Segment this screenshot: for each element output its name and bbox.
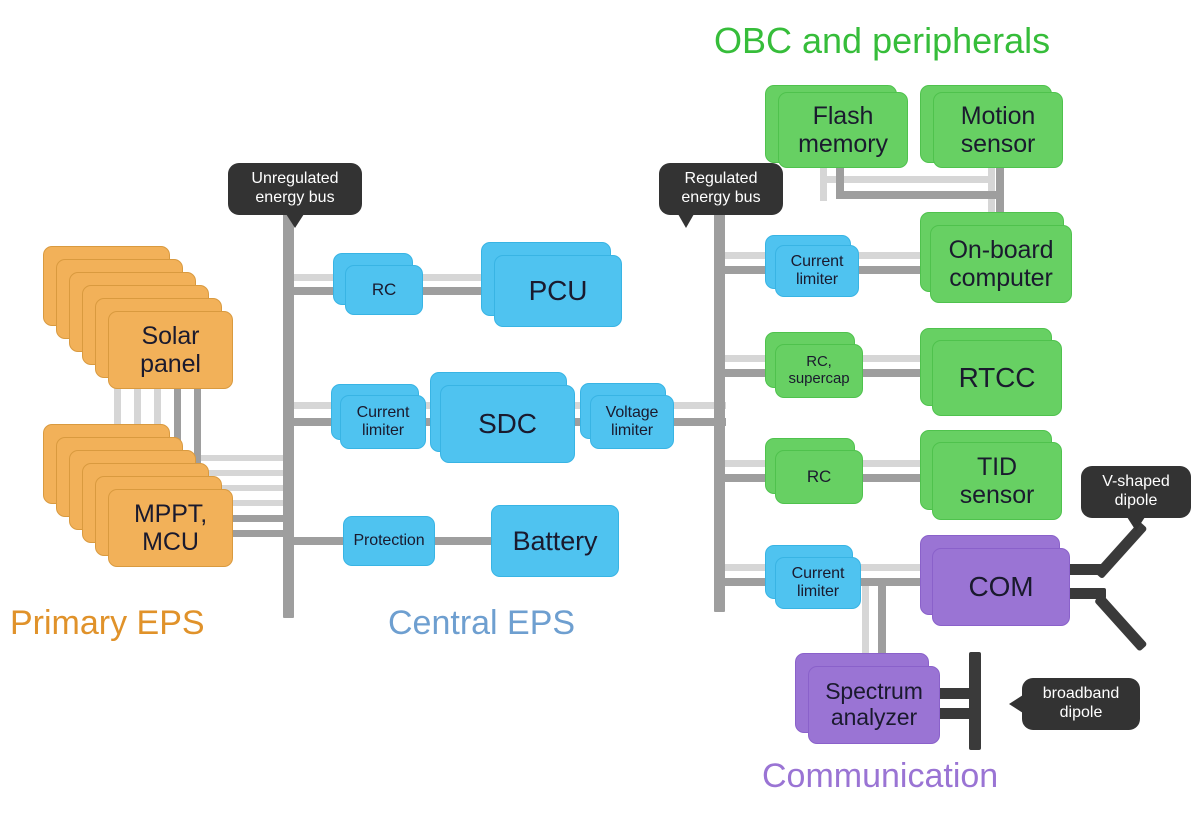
- node-tid-sensor[interactable]: TID sensor: [932, 442, 1062, 520]
- solar-panel-label-line1: Solar: [141, 322, 200, 350]
- v-dipole-label-line2: dipole: [1114, 491, 1158, 509]
- rc-tid-label: RC: [806, 467, 832, 487]
- node-current-limiter-central[interactable]: Current limiter: [340, 395, 426, 449]
- voltage-limiter-label-line1: Voltage: [605, 404, 659, 422]
- wire-flash-across-light: [820, 176, 995, 183]
- on-board-computer-label-line2: computer: [949, 264, 1053, 292]
- mppt-mcu-label-line2: MCU: [142, 528, 199, 556]
- tid-sensor-label-line1: TID: [977, 453, 1017, 481]
- node-rtcc[interactable]: RTCC: [932, 340, 1062, 416]
- node-on-board-computer[interactable]: On-board computer: [930, 225, 1072, 303]
- broadband-dipole-feed-top-icon: [936, 688, 972, 699]
- wire-bus-to-protection: [285, 537, 347, 545]
- voltage-limiter-label-line2: limiter: [611, 422, 653, 439]
- regulated-energy-bus-line: [714, 213, 725, 612]
- node-protection[interactable]: Protection: [343, 516, 435, 566]
- broadband-dipole-feed-bottom-icon: [936, 708, 972, 719]
- current-limiter-com-label-line2: limiter: [797, 583, 839, 600]
- callout-tail-icon: [286, 213, 304, 228]
- v-dipole-lower-arm-icon: [1093, 593, 1148, 652]
- rc-label: RC: [371, 280, 397, 300]
- protection-label: Protection: [353, 532, 425, 550]
- unregulated-energy-bus-line: [283, 212, 294, 618]
- flash-memory-label-line2: memory: [798, 130, 888, 158]
- regulated-energy-bus-callout: Regulated energy bus: [659, 163, 783, 228]
- wire-protection-to-battery: [432, 537, 492, 545]
- node-mppt-mcu[interactable]: MPPT, MCU: [108, 489, 233, 567]
- current-limiter-obc-label-line2: limiter: [796, 271, 838, 288]
- section-title-obc-peripherals: OBC and peripherals: [714, 20, 1051, 61]
- on-board-computer-label-line1: On-board: [948, 236, 1054, 264]
- sdc-label: SDC: [478, 408, 537, 440]
- node-flash-memory[interactable]: Flash memory: [778, 92, 908, 168]
- flash-memory-label-line1: Flash: [812, 102, 874, 130]
- node-rc-supercap[interactable]: RC, supercap: [775, 344, 863, 398]
- node-motion-sensor[interactable]: Motion sensor: [933, 92, 1063, 168]
- battery-label: Battery: [512, 525, 598, 556]
- mppt-mcu-label-line1: MPPT,: [133, 500, 208, 528]
- node-voltage-limiter[interactable]: Voltage limiter: [590, 395, 674, 449]
- spectrum-analyzer-label-line1: Spectrum: [825, 678, 923, 705]
- wire-mppt-to-bus-6: [228, 530, 290, 537]
- regulated-bus-label-line1: Regulated: [684, 170, 758, 187]
- broadband-dipole-callout: broadband dipole: [1009, 678, 1140, 730]
- current-limiter-com-label-line1: Current: [791, 565, 845, 583]
- section-title-communication: Communication: [762, 757, 999, 795]
- v-shaped-dipole-callout: V-shaped dipole: [1081, 466, 1191, 531]
- current-limiter-central-label-line2: limiter: [362, 422, 404, 439]
- regulated-bus-label-line2: energy bus: [681, 188, 761, 206]
- broadband-dipole-label-line2: dipole: [1059, 703, 1103, 721]
- motion-sensor-label-line1: Motion: [960, 102, 1036, 130]
- node-current-limiter-obc[interactable]: Current limiter: [775, 245, 859, 297]
- pcu-label: PCU: [528, 275, 588, 307]
- rtcc-label: RTCC: [958, 362, 1036, 394]
- solar-panel-label-line2: panel: [140, 350, 201, 378]
- node-com[interactable]: COM: [932, 548, 1070, 626]
- node-battery[interactable]: Battery: [491, 505, 619, 577]
- callout-tail-icon: [1127, 516, 1145, 531]
- spectrum-analyzer-label-line2: analyzer: [830, 704, 918, 730]
- v-dipole-label-line1: V-shaped: [1102, 473, 1170, 490]
- node-rc-tid[interactable]: RC: [775, 450, 863, 504]
- node-spectrum-analyzer[interactable]: Spectrum analyzer: [808, 666, 940, 744]
- unregulated-energy-bus-callout: Unregulated energy bus: [228, 163, 362, 228]
- unregulated-bus-label-line2: energy bus: [255, 188, 335, 206]
- callout-tail-icon: [678, 213, 695, 228]
- node-pcu[interactable]: PCU: [494, 255, 622, 327]
- broadband-dipole-element-icon: [969, 652, 981, 750]
- callout-tail-icon: [1009, 694, 1023, 713]
- section-title-central-eps: Central EPS: [388, 604, 576, 642]
- node-solar-panel[interactable]: Solar panel: [108, 311, 233, 389]
- rc-supercap-label-line1: RC,: [806, 353, 832, 371]
- tid-sensor-label-line2: sensor: [959, 481, 1035, 509]
- node-current-limiter-com[interactable]: Current limiter: [775, 557, 861, 609]
- current-limiter-obc-label-line1: Current: [790, 253, 844, 271]
- unregulated-bus-label-line1: Unregulated: [251, 170, 339, 187]
- section-title-primary-eps: Primary EPS: [10, 604, 205, 642]
- motion-sensor-label-line2: sensor: [960, 130, 1036, 158]
- rc-supercap-label-line2: supercap: [788, 370, 850, 387]
- wire-flash-across-dark: [836, 191, 996, 199]
- com-label: COM: [968, 571, 1034, 603]
- current-limiter-central-label-line1: Current: [356, 404, 410, 422]
- diagram-canvas: Primary EPS Central EPS OBC and peripher…: [0, 0, 1200, 815]
- broadband-dipole-label-line1: broadband: [1042, 685, 1120, 702]
- node-sdc[interactable]: SDC: [440, 385, 575, 463]
- node-rc[interactable]: RC: [345, 265, 423, 315]
